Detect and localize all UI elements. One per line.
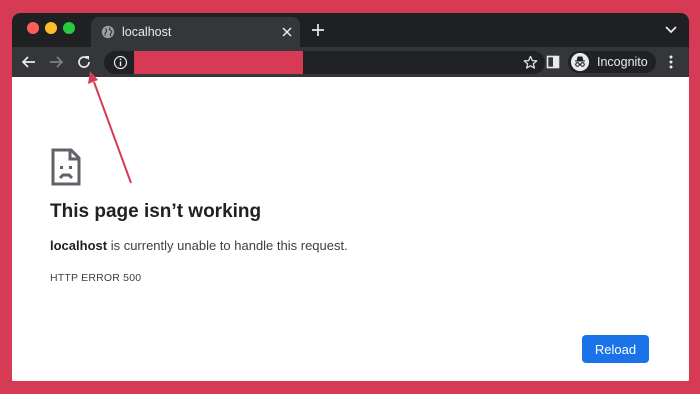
tab-localhost[interactable]: localhost [91,17,300,47]
close-window-button[interactable] [27,22,39,34]
url-redaction [134,51,303,74]
bookmark-star-icon[interactable] [523,55,538,70]
sad-file-icon [51,148,81,186]
error-description: localhost is currently unable to handle … [50,238,348,253]
chevron-down-icon[interactable] [665,25,677,35]
more-menu-icon[interactable] [663,54,679,70]
incognito-label: Incognito [597,55,648,69]
globe-icon [101,25,115,39]
close-tab-icon[interactable] [280,25,294,39]
forward-arrow-icon[interactable] [48,54,64,70]
error-message: is currently unable to handle this reque… [107,238,348,253]
error-code: HTTP ERROR 500 [50,272,142,284]
error-heading: This page isn’t working [50,201,262,222]
reload-button[interactable]: Reload [582,335,649,363]
error-page: This page isn’t working localhost is cur… [12,77,689,381]
incognito-indicator[interactable]: Incognito [568,51,656,73]
tab-title: localhost [122,25,172,39]
back-arrow-icon[interactable] [21,54,37,70]
error-host: localhost [50,238,108,253]
address-bar[interactable] [104,51,545,74]
toolbar: Incognito [12,47,689,77]
reload-icon[interactable] [76,54,92,70]
incognito-icon [571,53,589,71]
tab-strip: localhost [12,13,689,47]
new-tab-icon[interactable] [311,23,325,37]
minimize-window-button[interactable] [45,22,57,34]
zoom-window-button[interactable] [63,22,75,34]
info-icon[interactable] [113,55,128,70]
browser-window: localhost Incognito This page isn’t work… [12,13,689,381]
side-panel-icon[interactable] [545,54,561,70]
